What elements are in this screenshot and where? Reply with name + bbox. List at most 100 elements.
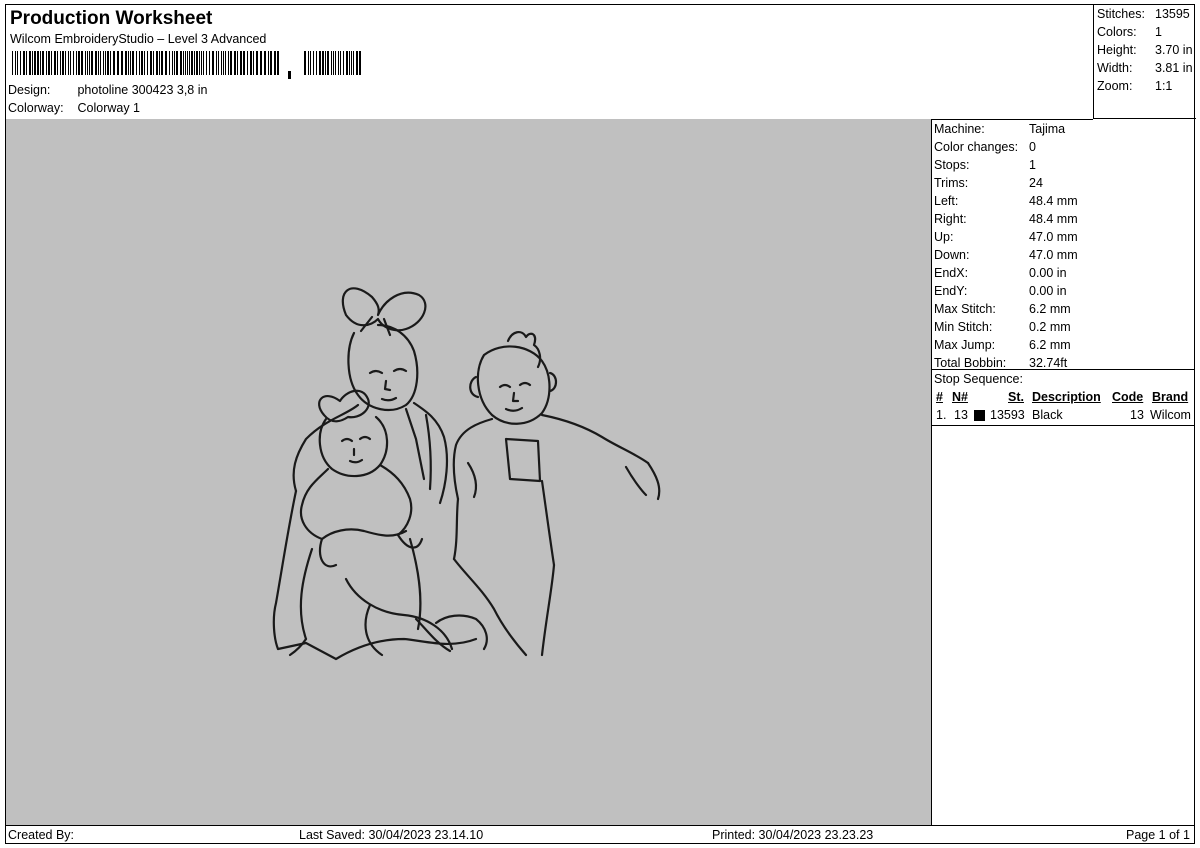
barcode-bar xyxy=(161,51,163,75)
barcode-bar xyxy=(327,51,329,75)
barcode-bar xyxy=(277,51,279,75)
barcode-bar xyxy=(40,51,41,75)
barcode-bar xyxy=(316,51,317,75)
barcode-bar xyxy=(32,51,33,75)
barcode-bar xyxy=(221,51,222,75)
barcode-bar xyxy=(139,51,140,75)
barcode-bar xyxy=(76,51,77,75)
design-label: Design: xyxy=(8,83,51,97)
barcode-bar xyxy=(212,51,214,75)
barcode-bar xyxy=(172,51,173,75)
info-value: 0 xyxy=(1029,140,1036,154)
barcode-bar xyxy=(288,71,291,79)
stat-label: Zoom: xyxy=(1097,79,1133,93)
barcode-bar xyxy=(240,51,242,75)
barcode-bar xyxy=(103,51,104,75)
barcode-bar xyxy=(20,51,21,75)
barcode-bar xyxy=(206,51,207,75)
barcode-bar xyxy=(113,51,115,75)
barcode-bar xyxy=(189,51,190,75)
barcode-bar xyxy=(237,51,238,75)
barcode-bar xyxy=(319,51,321,75)
info-row: Left: 48.4 mm xyxy=(934,194,1078,212)
barcode-bar xyxy=(91,51,93,75)
barcode-bar xyxy=(46,51,47,75)
barcode-bar xyxy=(15,51,16,75)
barcode-bar xyxy=(128,51,129,75)
barcode-bar xyxy=(34,51,36,75)
barcode-bar xyxy=(144,51,145,75)
barcode-bar xyxy=(243,51,245,75)
barcode-bar xyxy=(54,51,56,75)
barcode-bar xyxy=(196,51,198,75)
info-label: Max Jump: xyxy=(934,338,996,352)
worksheet-header: Production Worksheet Wilcom EmbroiderySt… xyxy=(6,5,1093,120)
barcode-bar xyxy=(304,51,306,75)
barcode-bar xyxy=(85,51,86,75)
stat-label: Stitches: xyxy=(1097,7,1145,21)
barcode-bar xyxy=(17,51,18,75)
barcode-bar xyxy=(325,51,326,75)
info-value: 48.4 mm xyxy=(1029,194,1078,208)
barcode-bar xyxy=(209,51,210,75)
info-label: Right: xyxy=(934,212,967,226)
row-st: 13593 xyxy=(990,408,1025,422)
barcode-bar xyxy=(359,51,361,75)
barcode-bar xyxy=(356,51,358,75)
barcode-bar xyxy=(183,51,184,75)
worksheet: Production Worksheet Wilcom EmbroiderySt… xyxy=(5,4,1196,844)
stop-sequence-panel: Stop Sequence: # N# St. Description Code… xyxy=(932,369,1194,426)
stat-value: 3.81 in xyxy=(1155,61,1193,75)
info-label: Total Bobbin: xyxy=(934,356,1007,370)
stat-value: 3.70 in xyxy=(1155,43,1193,57)
col-st: St. xyxy=(1008,390,1024,404)
barcode-bar xyxy=(29,51,31,75)
barcode-bar xyxy=(313,51,314,75)
barcode-bar xyxy=(60,51,61,75)
barcode-bar xyxy=(346,51,348,75)
info-row: Stops: 1 xyxy=(934,158,1036,176)
info-label: Down: xyxy=(934,248,970,262)
info-value: 32.74ft xyxy=(1029,356,1068,370)
barcode-bar xyxy=(100,51,101,75)
barcode-bar xyxy=(260,51,262,75)
barcode-bar xyxy=(264,51,266,75)
info-row: Up: 47.0 mm xyxy=(934,230,1078,248)
barcode-bar xyxy=(147,51,148,75)
info-value: Tajima xyxy=(1029,122,1066,136)
stat-label: Colors: xyxy=(1097,25,1137,39)
info-label: Left: xyxy=(934,194,959,208)
barcode-bar xyxy=(228,51,229,75)
col-n: N# xyxy=(952,390,968,404)
barcode-bar xyxy=(87,51,88,75)
info-value: 6.2 mm xyxy=(1029,302,1071,316)
info-value: 24 xyxy=(1029,176,1043,190)
row-num: 1. xyxy=(936,408,947,422)
barcode-bar xyxy=(62,51,64,75)
barcode-bar xyxy=(203,51,204,75)
barcode-bar xyxy=(223,51,224,75)
info-label: Stops: xyxy=(934,158,970,172)
stop-sequence-header: # N# St. Description Code Brand xyxy=(934,390,1192,406)
design-row: Design: photoline 300423 3,8 in xyxy=(8,83,207,97)
barcode-bar xyxy=(230,51,232,75)
info-value: 6.2 mm xyxy=(1029,338,1071,352)
barcode-bar xyxy=(23,51,25,75)
barcode-bar xyxy=(194,51,195,75)
barcode-bar xyxy=(125,51,127,75)
barcode-bar xyxy=(335,51,336,75)
info-row: Max Stitch: 6.2 mm xyxy=(934,302,1071,320)
info-value: 0.2 mm xyxy=(1029,320,1071,334)
barcode-bar xyxy=(349,51,350,75)
design-stats: Stitches: 13595 Colors: 1 Height: 3.70 in W… xyxy=(1093,5,1196,119)
info-label: EndY: xyxy=(934,284,968,298)
barcode-bar xyxy=(42,51,44,75)
info-row: Min Stitch: 0.2 mm xyxy=(934,320,1071,338)
barcode-bar xyxy=(201,51,202,75)
barcode-bar xyxy=(310,51,311,75)
machine-info-panel: Machine: Tajima Color changes: 0 Stops: 1 Trim… xyxy=(932,119,1194,370)
barcode-bar xyxy=(185,51,186,75)
row-n: 13 xyxy=(954,408,968,422)
barcode-bar xyxy=(107,51,109,75)
info-label: Min Stitch: xyxy=(934,320,993,334)
